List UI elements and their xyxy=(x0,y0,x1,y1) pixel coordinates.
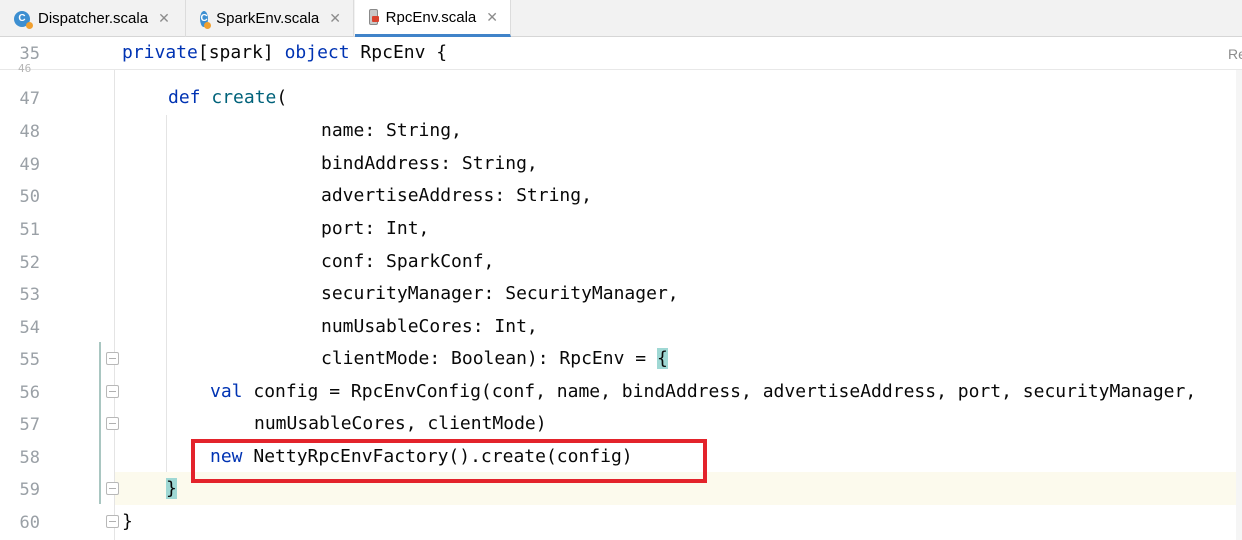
line-number: 59 xyxy=(19,480,40,500)
line-number: 58 xyxy=(19,448,40,468)
tab-rpcenv-scala[interactable]: RpcEnv.scala ✕ xyxy=(355,0,511,37)
line-number: 54 xyxy=(19,318,40,338)
code-line[interactable]: private[spark] object RpcEnv { xyxy=(122,42,447,63)
line-number: 56 xyxy=(19,383,40,403)
line-number: 53 xyxy=(19,285,40,305)
sticky-scroll-header: 35 private[spark] object RpcEnv { xyxy=(0,37,1242,70)
fold-marker-icon[interactable] xyxy=(106,515,119,528)
line-number: 48 xyxy=(19,122,40,142)
scala-class-icon: C xyxy=(200,10,212,29)
tab-label: Dispatcher.scala xyxy=(38,10,149,27)
line-number: 50 xyxy=(19,187,40,207)
code-line[interactable]: } xyxy=(166,478,177,499)
partial-line-number: 46 xyxy=(18,62,32,75)
tab-dispatcher-scala[interactable]: C Dispatcher.scala ✕ xyxy=(0,0,186,37)
tab-label: RpcEnv.scala xyxy=(385,8,477,26)
code-line[interactable]: val config = RpcEnvConfig(conf, name, bi… xyxy=(210,381,1196,402)
vertical-scrollbar[interactable] xyxy=(1236,70,1242,540)
matched-brace: { xyxy=(656,348,668,369)
line-number: 47 xyxy=(19,89,40,109)
line-number: 55 xyxy=(19,350,40,370)
line-number: 57 xyxy=(19,415,40,435)
close-icon[interactable]: ✕ xyxy=(158,10,170,27)
line-number: 49 xyxy=(19,155,40,175)
code-line[interactable]: clientMode: Boolean): RpcEnv = { xyxy=(321,348,668,369)
fold-marker-icon[interactable] xyxy=(106,417,119,430)
scala-file-icon xyxy=(369,9,379,25)
fold-marker-icon[interactable] xyxy=(106,385,119,398)
matched-brace: } xyxy=(166,478,177,499)
fold-marker-icon[interactable] xyxy=(106,482,119,495)
line-number: 51 xyxy=(19,220,40,240)
code-line[interactable]: advertiseAddress: String, xyxy=(321,185,592,206)
scala-class-icon: C xyxy=(14,10,33,29)
highlight-annotation-box xyxy=(191,439,707,483)
fold-marker-icon[interactable] xyxy=(106,352,119,365)
close-icon[interactable]: ✕ xyxy=(329,10,341,27)
code-line[interactable]: name: String, xyxy=(321,120,462,141)
code-line[interactable]: port: Int, xyxy=(321,218,429,239)
code-line[interactable]: bindAddress: String, xyxy=(321,153,538,174)
code-line[interactable]: numUsableCores: Int, xyxy=(321,316,538,337)
code-line[interactable]: securityManager: SecurityManager, xyxy=(321,283,679,304)
editor-tab-bar: C Dispatcher.scala ✕ C SparkEnv.scala ✕ … xyxy=(0,0,1242,37)
code-line[interactable]: def create( xyxy=(168,87,287,108)
code-line[interactable]: conf: SparkConf, xyxy=(321,251,494,272)
tab-sparkenv-scala[interactable]: C SparkEnv.scala ✕ xyxy=(186,0,354,37)
line-number: 60 xyxy=(19,513,40,533)
code-line[interactable]: } xyxy=(122,511,133,532)
line-number: 35 xyxy=(19,44,40,64)
code-line[interactable]: numUsableCores, clientMode) xyxy=(254,413,547,434)
line-number: 52 xyxy=(19,253,40,273)
gutter-separator xyxy=(114,70,115,540)
vcs-change-marker[interactable] xyxy=(99,342,101,504)
tab-label: SparkEnv.scala xyxy=(216,10,320,27)
reader-mode-label[interactable]: Re xyxy=(1228,46,1242,62)
indent-guide xyxy=(166,115,167,472)
close-icon[interactable]: ✕ xyxy=(486,9,498,26)
